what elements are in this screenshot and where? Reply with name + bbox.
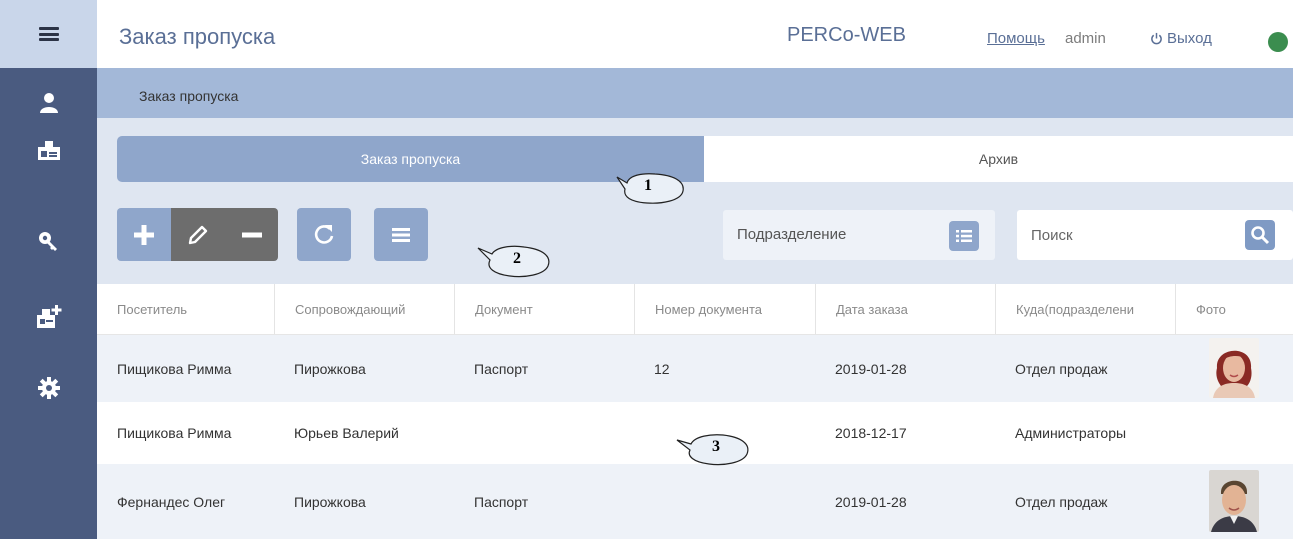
cell-destination: Администраторы bbox=[1015, 425, 1127, 441]
column-header-document-number[interactable]: Номер документа bbox=[634, 284, 815, 334]
add-button[interactable] bbox=[117, 208, 171, 261]
department-filter-label: Подразделение bbox=[737, 226, 847, 243]
column-header-destination[interactable]: Куда(подразделени bbox=[995, 284, 1175, 334]
header: Заказ пропуска PERCo-WEB Помощь admin Вы… bbox=[97, 0, 1293, 68]
sidebar-item-visitors[interactable] bbox=[0, 83, 97, 123]
callout-2: 2 bbox=[476, 244, 550, 278]
pass-card-icon bbox=[37, 141, 60, 160]
visitor-photo bbox=[1209, 470, 1259, 532]
column-header-visitor[interactable]: Посетитель bbox=[97, 284, 274, 334]
sidebar-item-settings[interactable] bbox=[0, 368, 97, 408]
power-icon bbox=[1151, 32, 1162, 45]
cell-escort: Пирожкова bbox=[294, 493, 366, 510]
callout-1-label: 1 bbox=[644, 177, 652, 194]
cell-document bbox=[454, 402, 634, 464]
hamburger-menu-icon[interactable] bbox=[38, 27, 59, 41]
add-pass-icon bbox=[36, 305, 61, 328]
search-icon bbox=[1251, 226, 1270, 245]
remove-button[interactable] bbox=[225, 208, 278, 261]
visitor-photo bbox=[1209, 338, 1259, 398]
user-name: admin bbox=[1065, 30, 1106, 47]
callout-1: 1 bbox=[613, 171, 684, 204]
search-box bbox=[1017, 210, 1293, 260]
brand-name: PERCo-WEB bbox=[787, 24, 906, 46]
cell-visitor: Фернандес Олег bbox=[117, 493, 226, 510]
callout-3: 3 bbox=[675, 432, 749, 466]
sidebar-item-add-pass[interactable] bbox=[0, 297, 97, 337]
table-row[interactable]: Пищикова Римма Пирожкова Паспорт 12 2019… bbox=[97, 335, 1293, 402]
cell-destination: Отдел продаж bbox=[1015, 493, 1108, 510]
callout-3-label: 3 bbox=[712, 438, 720, 455]
pencil-icon bbox=[188, 225, 208, 244]
cell-order-date: 2019-01-28 bbox=[835, 493, 907, 510]
cell-order-date: 2019-01-28 bbox=[835, 360, 907, 377]
visitor-person-icon bbox=[39, 93, 58, 113]
cell-document: Паспорт bbox=[474, 360, 529, 377]
gear-icon bbox=[37, 377, 60, 399]
refresh-button[interactable] bbox=[297, 208, 351, 261]
list-bullets-icon bbox=[956, 230, 972, 242]
key-icon bbox=[38, 232, 57, 251]
search-input[interactable] bbox=[1031, 222, 1251, 248]
cell-visitor: Пищикова Римма bbox=[117, 425, 232, 441]
cell-document-number: 12 bbox=[654, 360, 670, 377]
page-title: Заказ пропуска bbox=[119, 24, 276, 49]
cell-escort: Пирожкова bbox=[294, 360, 366, 377]
table-header: Посетитель Сопровождающий Документ Номер… bbox=[97, 284, 1293, 335]
sidebar-item-passes[interactable] bbox=[0, 130, 97, 170]
cell-visitor: Пищикова Римма bbox=[117, 360, 232, 377]
department-filter[interactable]: Подразделение bbox=[723, 210, 995, 260]
logout-button[interactable]: Выход bbox=[1150, 30, 1212, 47]
help-link[interactable]: Помощь bbox=[987, 30, 1045, 47]
logout-label: Выход bbox=[1167, 30, 1212, 47]
column-header-order-date[interactable]: Дата заказа bbox=[815, 284, 995, 334]
table-row[interactable]: Фернандес Олег Пирожкова Паспорт 2019-01… bbox=[97, 464, 1293, 539]
column-header-document[interactable]: Документ bbox=[454, 284, 634, 334]
add-icon bbox=[134, 224, 154, 245]
callout-2-label: 2 bbox=[513, 250, 521, 267]
cell-escort: Юрьев Валерий bbox=[294, 425, 399, 441]
edit-button[interactable] bbox=[171, 208, 225, 261]
cell-document-number bbox=[634, 464, 815, 539]
tab-archive[interactable]: Архив bbox=[704, 136, 1293, 182]
status-indicator bbox=[1268, 32, 1288, 52]
orders-table: Посетитель Сопровождающий Документ Номер… bbox=[97, 284, 1293, 539]
refresh-icon bbox=[314, 224, 334, 244]
column-header-photo[interactable]: Фото bbox=[1175, 284, 1293, 334]
breadcrumb-bar: Заказ пропуска bbox=[97, 68, 1293, 118]
sidebar-item-keys[interactable] bbox=[0, 221, 97, 261]
list-icon bbox=[392, 227, 410, 242]
cell-document: Паспорт bbox=[474, 493, 529, 510]
sidebar bbox=[0, 0, 97, 539]
menu-toggle[interactable] bbox=[0, 0, 97, 68]
columns-menu-button[interactable] bbox=[374, 208, 428, 261]
breadcrumb[interactable]: Заказ пропуска bbox=[139, 88, 238, 104]
tab-bar: Заказ пропуска Архив bbox=[117, 136, 1293, 182]
cell-destination: Отдел продаж bbox=[1015, 360, 1108, 377]
minus-icon bbox=[241, 232, 262, 237]
department-list-button[interactable] bbox=[949, 221, 979, 251]
cell-order-date: 2018-12-17 bbox=[835, 425, 907, 441]
search-button[interactable] bbox=[1245, 220, 1275, 250]
column-header-escort[interactable]: Сопровождающий bbox=[274, 284, 454, 334]
